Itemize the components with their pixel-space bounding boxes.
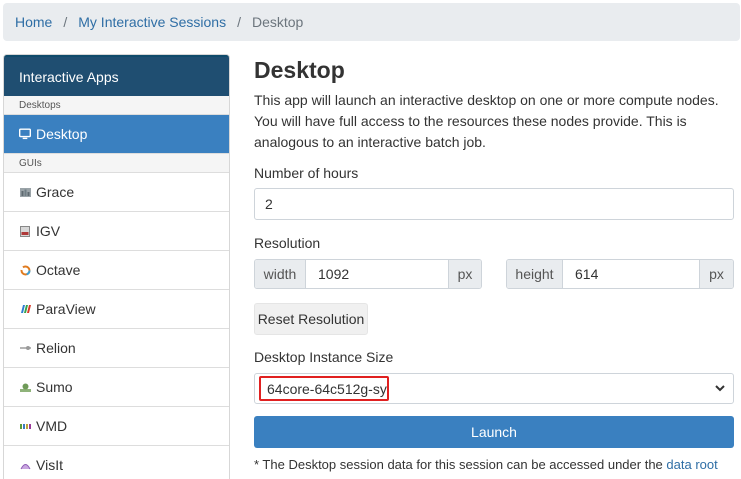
sidebar-item-igv[interactable]: IGV (4, 212, 229, 251)
sidebar-title: Interactive Apps (4, 55, 229, 96)
page-title: Desktop (254, 57, 345, 83)
width-unit: px (448, 260, 481, 288)
sidebar-item-label: ParaView (36, 301, 96, 317)
note-text: * The Desktop session data for this sess… (254, 457, 663, 472)
width-input[interactable]: 1092 (306, 260, 448, 288)
sidebar-item-label: Grace (36, 184, 75, 200)
relion-icon (19, 342, 31, 354)
sidebar-group-desktops: Desktops (4, 96, 229, 115)
sidebar-item-paraview[interactable]: ParaView (4, 290, 229, 329)
height-addon: height (507, 260, 563, 288)
session-form: Desktop This app will launch an interact… (254, 54, 734, 472)
sidebar-item-label: VMD (36, 418, 68, 434)
chevron-down-icon (713, 381, 727, 395)
sidebar-item-label: IGV (36, 223, 61, 239)
sidebar-item-desktop[interactable]: Desktop (4, 115, 229, 154)
grace-icon (19, 186, 31, 198)
breadcrumb-current: Desktop (251, 14, 304, 30)
visit-icon (19, 459, 31, 471)
monitor-icon (19, 128, 31, 140)
sidebar-item-label: Octave (36, 262, 81, 278)
octave-icon (19, 264, 31, 276)
sidebar-item-label: Sumo (36, 379, 73, 395)
breadcrumb-sessions-link[interactable]: My Interactive Sessions (78, 14, 226, 30)
sidebar-item-vmd[interactable]: VMD (4, 407, 229, 446)
sidebar-item-grace[interactable]: Grace (4, 173, 229, 212)
data-root-link[interactable]: data root (666, 457, 717, 472)
height-input[interactable]: 614 (563, 260, 699, 288)
sidebar-item-octave[interactable]: Octave (4, 251, 229, 290)
hours-label: Number of hours (254, 165, 359, 181)
width-input-group: width 1092 px (254, 259, 482, 289)
instance-size-select[interactable]: 64core-64c512g-sy (254, 373, 734, 404)
sidebar-group-guis: GUIs (4, 154, 229, 173)
sidebar: Interactive Apps Desktops Desktop GUIs G… (3, 54, 230, 479)
width-addon: width (255, 260, 306, 288)
app-description: This app will launch an interactive desk… (254, 92, 719, 150)
launch-button[interactable]: Launch (254, 416, 734, 448)
hours-input[interactable]: 2 (254, 188, 734, 220)
resolution-label: Resolution (254, 235, 321, 251)
breadcrumb-separator: / (63, 14, 68, 30)
sidebar-item-label: Desktop (36, 126, 88, 142)
sidebar-item-label: Relion (36, 340, 76, 356)
sidebar-item-visit[interactable]: VisIt (4, 446, 229, 479)
reset-resolution-button[interactable]: Reset Resolution (254, 303, 368, 335)
sidebar-item-sumo[interactable]: Sumo (4, 368, 229, 407)
sidebar-item-relion[interactable]: Relion (4, 329, 229, 368)
breadcrumb-home-link[interactable]: Home (15, 14, 52, 30)
vmd-icon (19, 420, 31, 432)
breadcrumb: Home / My Interactive Sessions / Desktop (3, 3, 740, 41)
data-root-note: * The Desktop session data for this sess… (254, 457, 718, 472)
height-unit: px (699, 260, 733, 288)
instance-size-label: Desktop Instance Size (254, 349, 394, 365)
paraview-icon (19, 303, 31, 315)
sidebar-item-label: VisIt (36, 457, 63, 473)
breadcrumb-separator: / (237, 14, 241, 30)
height-input-group: height 614 px (506, 259, 734, 289)
instance-size-value: 64core-64c512g-sy (259, 376, 389, 401)
igv-icon (19, 225, 31, 237)
sumo-icon (19, 381, 31, 393)
